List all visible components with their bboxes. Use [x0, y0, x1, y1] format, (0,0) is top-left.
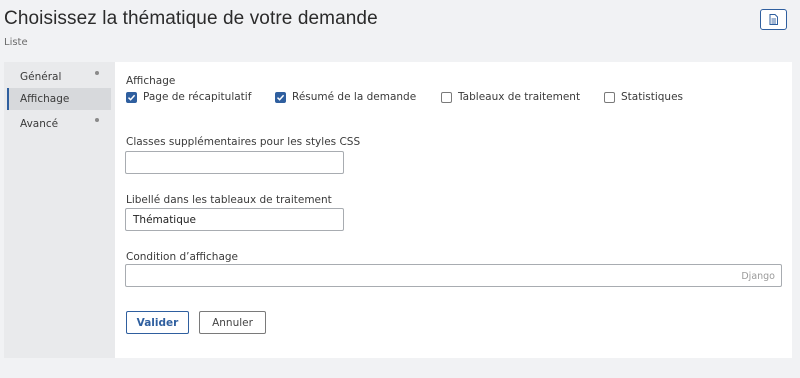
sidebar-item-label: Général: [20, 71, 62, 83]
checkbox-label: Page de récapitulatif: [143, 91, 252, 103]
checkmark-icon: [276, 94, 285, 101]
document-button[interactable]: [760, 9, 787, 30]
checkmark-icon: [127, 94, 136, 101]
modified-dot-icon: [95, 71, 99, 75]
display-section-label: Affichage: [126, 75, 176, 87]
checkbox-statistics[interactable]: Statistiques: [604, 91, 683, 103]
checkbox-label: Tableaux de traitement: [458, 91, 581, 103]
checkbox-processing-tables[interactable]: Tableaux de traitement: [441, 91, 580, 103]
django-hint: Django: [741, 271, 775, 282]
sidebar-item-label: Avancé: [20, 118, 59, 130]
sidebar-item-general[interactable]: Général: [7, 66, 111, 88]
submit-button[interactable]: Valider: [126, 311, 189, 334]
cancel-button[interactable]: Annuler: [199, 311, 266, 334]
sidebar-item-avance[interactable]: Avancé: [7, 113, 111, 135]
checkbox-label: Résumé de la demande: [292, 91, 417, 103]
checkbox-box[interactable]: [275, 91, 286, 103]
checkbox-summary-page[interactable]: Page de récapitulatif: [126, 91, 251, 103]
page-subtitle: Liste: [4, 37, 28, 48]
css-classes-label: Classes supplémentaires pour les styles …: [126, 136, 361, 148]
table-label-input[interactable]: Thématique: [125, 208, 344, 231]
condition-label: Condition d’affichage: [126, 251, 239, 263]
sidebar-item-label: Affichage: [20, 93, 70, 105]
checkbox-label: Statistiques: [621, 91, 684, 103]
modified-dot-icon: [95, 118, 99, 122]
sidebar-item-affichage[interactable]: Affichage: [7, 88, 111, 110]
condition-input[interactable]: Django: [125, 264, 782, 287]
checkbox-box[interactable]: [604, 91, 615, 103]
table-label-label: Libellé dans les tableaux de traitement: [126, 194, 332, 206]
checkbox-request-summary[interactable]: Résumé de la demande: [275, 91, 416, 103]
checkbox-box[interactable]: [126, 91, 137, 103]
css-classes-input[interactable]: [125, 151, 344, 174]
checkbox-box[interactable]: [441, 91, 452, 103]
page-title: Choisissez la thématique de votre demand…: [4, 8, 378, 29]
document-icon: [769, 14, 778, 25]
